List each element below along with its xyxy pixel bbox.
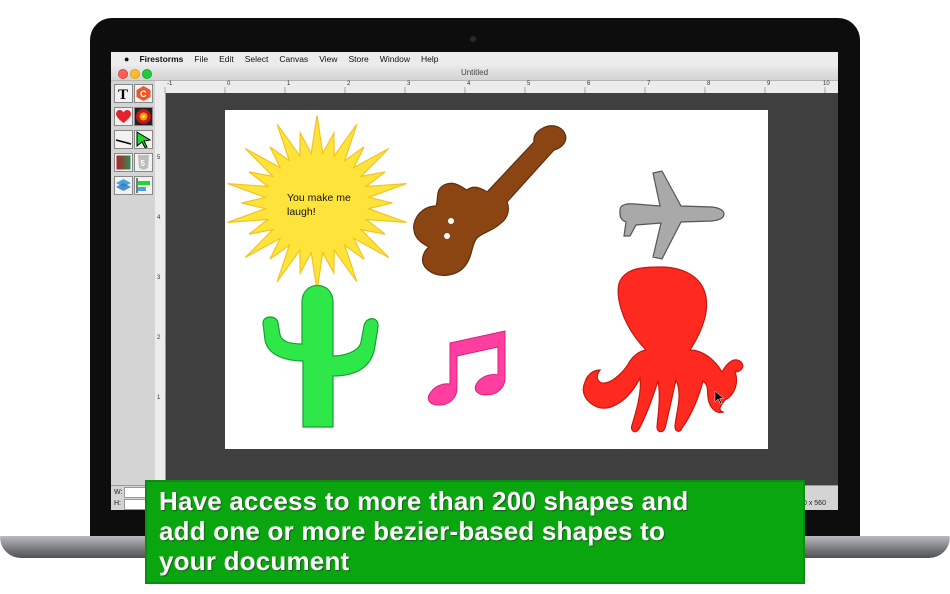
ruler-label: 8 bbox=[707, 81, 711, 87]
window-title-bar: Untitled bbox=[111, 66, 838, 81]
line-icon bbox=[115, 139, 132, 145]
banner-line: your document bbox=[159, 546, 350, 576]
burst-text[interactable]: laugh! bbox=[287, 206, 316, 218]
ruler-label: 10 bbox=[823, 81, 830, 87]
menu-view[interactable]: View bbox=[319, 54, 337, 64]
menu-help[interactable]: Help bbox=[421, 54, 438, 64]
align-tool[interactable] bbox=[134, 176, 153, 195]
promo-banner: Have access to more than 200 shapes and … bbox=[145, 480, 805, 584]
width-label: W: bbox=[114, 489, 123, 496]
select-tool[interactable] bbox=[134, 130, 153, 149]
logo-tool-icon: C bbox=[136, 86, 151, 101]
ruler-label: 1 bbox=[287, 81, 291, 87]
octopus-shape[interactable] bbox=[582, 266, 744, 433]
text-tool[interactable]: T bbox=[114, 84, 133, 103]
ruler-label: 4 bbox=[157, 215, 161, 221]
menu-window[interactable]: Window bbox=[380, 54, 410, 64]
banner-line: add one or more bezier-based shapes to bbox=[159, 516, 666, 546]
layers-icon bbox=[116, 179, 131, 191]
menu-file[interactable]: File bbox=[194, 54, 208, 64]
html5-icon: 5 bbox=[138, 155, 149, 170]
heart-icon bbox=[116, 109, 131, 123]
arrow-icon bbox=[136, 131, 152, 149]
menu-store[interactable]: Store bbox=[348, 54, 368, 64]
menu-app-name[interactable]: Firestorms bbox=[139, 54, 183, 64]
burst-text[interactable]: You make me bbox=[287, 192, 351, 204]
text-tool-icon: T bbox=[118, 87, 128, 103]
shape-tool[interactable] bbox=[114, 107, 133, 126]
ruler-label: 5 bbox=[527, 81, 531, 87]
html5-tool[interactable]: 5 bbox=[134, 153, 153, 172]
canvas-size-readout: 0 x 560 bbox=[803, 500, 826, 507]
vertical-ruler: 5 4 3 2 1 bbox=[155, 93, 166, 485]
menu-bar: ● Firestorms File Edit Select Canvas Vie… bbox=[111, 52, 838, 66]
line-tool[interactable] bbox=[114, 130, 133, 149]
cactus-shape[interactable] bbox=[262, 285, 379, 428]
ruler-label: -1 bbox=[167, 81, 173, 87]
starburst-shape[interactable]: You make me laugh! bbox=[227, 115, 407, 291]
menu-select[interactable]: Select bbox=[245, 54, 269, 64]
gradient-icon bbox=[116, 155, 131, 170]
tool-palette: T C 5 bbox=[111, 81, 156, 510]
color-tool[interactable] bbox=[134, 107, 153, 126]
music-note-shape[interactable] bbox=[427, 330, 506, 406]
ruler-label: 1 bbox=[157, 395, 161, 401]
ruler-label: 4 bbox=[467, 81, 471, 87]
color-wheel-icon bbox=[136, 109, 151, 124]
work-area[interactable]: You make me laugh! bbox=[166, 93, 838, 485]
ruler-label: 2 bbox=[157, 335, 161, 341]
menu-canvas[interactable]: Canvas bbox=[279, 54, 308, 64]
ruler-label: 5 bbox=[157, 155, 161, 161]
document-canvas[interactable]: You make me laugh! bbox=[225, 110, 768, 449]
ruler-ticks bbox=[164, 87, 826, 93]
svg-text:T: T bbox=[118, 87, 128, 102]
logo-tool[interactable]: C bbox=[134, 84, 153, 103]
align-icon bbox=[136, 178, 150, 193]
canvas-shapes: You make me laugh! bbox=[227, 115, 744, 433]
gradient-tool[interactable] bbox=[114, 153, 133, 172]
menu-edit[interactable]: Edit bbox=[219, 54, 234, 64]
ruler-label: 3 bbox=[407, 81, 411, 87]
ruler-label: 6 bbox=[587, 81, 591, 87]
svg-text:5: 5 bbox=[141, 159, 146, 168]
apple-menu-icon[interactable]: ● bbox=[124, 54, 129, 64]
airplane-shape[interactable] bbox=[619, 170, 725, 260]
ruler-label: 3 bbox=[157, 275, 161, 281]
banner-line: Have access to more than 200 shapes and bbox=[159, 486, 689, 516]
ruler-label: 2 bbox=[347, 81, 351, 87]
svg-text:C: C bbox=[140, 89, 147, 99]
layers-tool[interactable] bbox=[114, 176, 133, 195]
ruler-label: 0 bbox=[227, 81, 231, 87]
camera-icon bbox=[470, 36, 476, 42]
ruler-label: 7 bbox=[647, 81, 651, 87]
violin-shape[interactable] bbox=[413, 125, 567, 276]
height-label: H: bbox=[114, 500, 121, 507]
app-screen: ● Firestorms File Edit Select Canvas Vie… bbox=[111, 52, 838, 510]
ruler-label: 9 bbox=[767, 81, 771, 87]
window-title: Untitled bbox=[460, 68, 489, 77]
